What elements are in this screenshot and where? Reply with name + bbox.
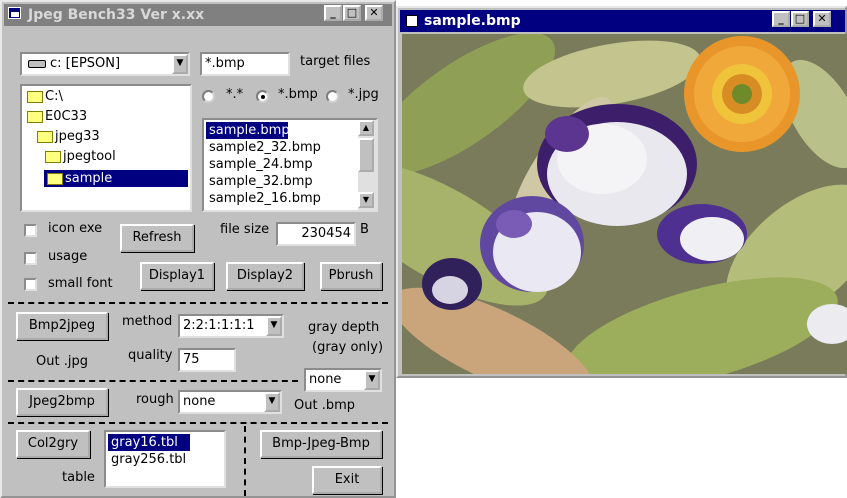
file-item-selected[interactable]: sample.bmp — [206, 122, 290, 139]
bench-title: Jpeg Bench33 Ver x.xx — [28, 7, 205, 23]
drive-icon — [28, 60, 46, 68]
col2gry-button[interactable]: Col2gry — [16, 430, 90, 458]
divider — [8, 422, 388, 424]
chevron-down-icon[interactable]: ▼ — [266, 316, 282, 336]
close-button[interactable]: ✕ — [365, 5, 383, 21]
folder-label: sample — [65, 171, 113, 186]
flower-photo — [402, 34, 847, 374]
radio-jpg[interactable] — [326, 90, 339, 103]
quality-input[interactable]: 75 — [178, 348, 236, 372]
folder-item-selected[interactable]: sample — [44, 170, 188, 187]
bmp2jpeg-button[interactable]: Bmp2jpeg — [16, 312, 108, 340]
out-bmp-label: Out .bmp — [294, 398, 356, 413]
table-list[interactable]: gray16.tbl gray256.tbl — [104, 430, 226, 488]
jpeg2bmp-button[interactable]: Jpeg2bmp — [16, 388, 108, 416]
maximize-button[interactable]: □ — [791, 11, 809, 27]
folder-label: jpeg33 — [55, 129, 100, 144]
display1-button[interactable]: Display1 — [140, 262, 214, 290]
radio-jpg-label: *.jpg — [348, 87, 379, 102]
radio-bmp[interactable] — [256, 90, 269, 103]
viewer-title: sample.bmp — [424, 13, 521, 29]
small-font-checkbox[interactable] — [24, 278, 37, 291]
chevron-down-icon[interactable]: ▼ — [172, 54, 188, 74]
folder-list[interactable]: C:\ E0C33 jpeg33 jpegtool sample — [20, 84, 192, 212]
display2-button[interactable]: Display2 — [226, 262, 304, 290]
folder-icon — [37, 130, 53, 143]
folder-item[interactable]: E0C33 — [24, 108, 87, 125]
folder-label: C:\ — [45, 89, 63, 104]
filter-value: *.bmp — [205, 56, 245, 71]
folder-item[interactable]: jpeg33 — [34, 128, 100, 145]
file-list[interactable]: sample.bmp sample2_32.bmp sample_24.bmp … — [202, 118, 378, 212]
folder-label: E0C33 — [45, 109, 88, 124]
gray-depth-select[interactable]: none ▼ — [304, 368, 382, 392]
chevron-down-icon[interactable]: ▼ — [264, 392, 280, 412]
gray-depth-label: gray depth — [308, 320, 380, 335]
divider — [8, 380, 298, 382]
minimize-button[interactable]: _ — [772, 11, 790, 27]
file-item[interactable]: sample_24.bmp — [206, 156, 313, 173]
method-value: 2:2:1:1:1:1 — [183, 318, 255, 333]
folder-icon — [27, 90, 43, 103]
table-item[interactable]: gray256.tbl — [108, 451, 186, 468]
out-jpg-label: Out .jpg — [36, 354, 88, 369]
scroll-up-icon[interactable]: ▲ — [358, 120, 374, 136]
radio-bmp-label: *.bmp — [278, 87, 318, 102]
maximize-button[interactable]: □ — [343, 5, 361, 21]
usage-checkbox[interactable] — [24, 252, 37, 265]
open-folder-icon — [47, 172, 63, 185]
divider — [244, 426, 246, 496]
gray-only-label: (gray only) — [312, 340, 384, 355]
divider — [8, 302, 388, 304]
file-size-value: 230454 — [301, 226, 351, 241]
drive-select[interactable]: c: [EPSON] ▼ — [20, 52, 190, 76]
image-viewer-window: sample.bmp _ □ ✕ — [396, 6, 847, 378]
scroll-thumb[interactable] — [358, 138, 374, 172]
table-label: table — [62, 470, 95, 485]
refresh-button[interactable]: Refresh — [120, 224, 194, 252]
file-item[interactable]: sample2_32.bmp — [206, 139, 321, 156]
app-icon — [8, 7, 21, 19]
drive-value: c: [EPSON] — [50, 56, 121, 71]
method-select[interactable]: 2:2:1:1:1:1 ▼ — [178, 314, 284, 338]
file-size-label: file size — [220, 222, 270, 237]
chevron-down-icon[interactable]: ▼ — [364, 370, 380, 390]
file-item[interactable]: sample_32.bmp — [206, 173, 313, 190]
table-item-selected[interactable]: gray16.tbl — [108, 434, 190, 451]
radio-all[interactable] — [202, 90, 215, 103]
scroll-down-icon[interactable]: ▼ — [358, 192, 374, 208]
minimize-button[interactable]: _ — [324, 5, 342, 21]
target-files-label: target files — [300, 54, 371, 69]
icon-exe-label: icon exe — [48, 221, 103, 236]
folder-icon — [27, 110, 43, 123]
method-label: method — [122, 314, 173, 329]
rough-label: rough — [136, 392, 174, 407]
file-size-unit: B — [360, 222, 369, 237]
file-size-field: 230454 — [276, 222, 356, 246]
quality-label: quality — [128, 348, 173, 363]
file-item[interactable]: sample2_16.bmp — [206, 190, 321, 207]
usage-label: usage — [48, 249, 88, 264]
exit-button[interactable]: Exit — [312, 466, 382, 494]
folder-icon — [45, 150, 61, 163]
folder-item[interactable]: C:\ — [24, 88, 63, 105]
bmp-jpeg-bmp-button[interactable]: Bmp-Jpeg-Bmp — [260, 430, 382, 458]
close-button[interactable]: ✕ — [813, 11, 831, 27]
folder-label: jpegtool — [63, 149, 116, 164]
filter-input[interactable]: *.bmp — [200, 52, 290, 76]
gray-depth-value: none — [309, 372, 342, 387]
icon-exe-checkbox[interactable] — [24, 224, 37, 237]
radio-all-label: *.* — [226, 87, 244, 102]
image-icon — [406, 15, 418, 27]
rough-value: none — [183, 394, 216, 409]
quality-value: 75 — [183, 352, 200, 367]
rough-select[interactable]: none ▼ — [178, 390, 282, 414]
file-scrollbar[interactable]: ▲ ▼ — [358, 120, 376, 210]
sample-image — [402, 34, 847, 374]
folder-item[interactable]: jpegtool — [42, 148, 116, 165]
small-font-label: small font — [48, 276, 113, 291]
pbrush-button[interactable]: Pbrush — [320, 262, 382, 290]
jpeg-bench-window: Jpeg Bench33 Ver x.xx _ □ ✕ c: [EPSON] ▼… — [0, 0, 396, 498]
